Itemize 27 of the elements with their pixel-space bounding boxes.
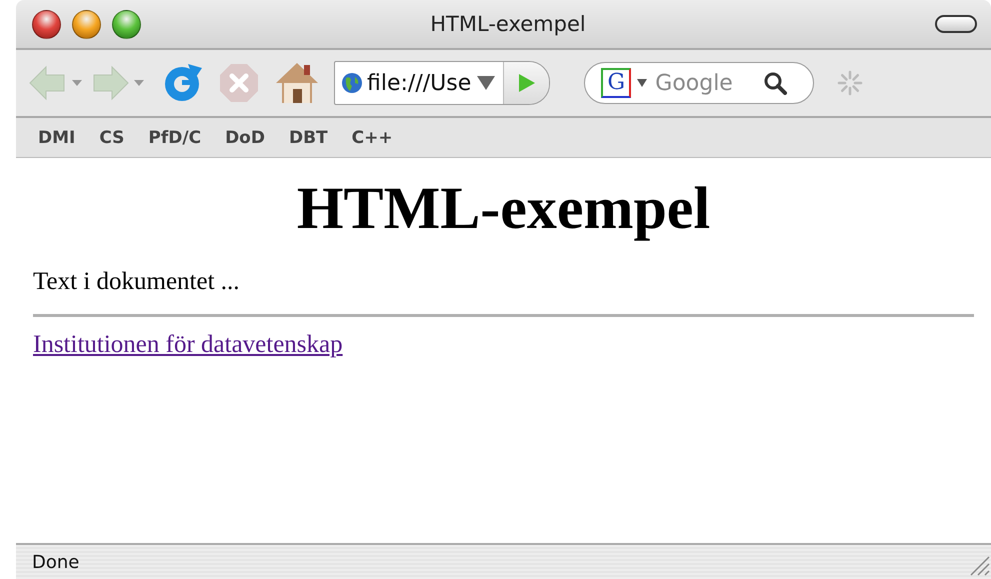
toolbar-toggle-button[interactable] — [935, 15, 977, 33]
zoom-button[interactable] — [112, 10, 141, 38]
bookmark-link[interactable]: C++ — [352, 128, 393, 148]
search-field[interactable]: G Google — [584, 62, 814, 104]
page-paragraph: Text i dokumentet ... — [33, 268, 241, 296]
reload-icon[interactable] — [162, 62, 204, 104]
page-link[interactable]: Institutionen för datavetenskap — [33, 331, 343, 359]
bookmark-link[interactable]: DBT — [288, 128, 328, 148]
bookmark-link[interactable]: DoD — [225, 128, 265, 148]
address-field[interactable]: file:///Use — [334, 61, 550, 105]
loading-spinner-icon — [836, 69, 864, 97]
status-text: Done — [32, 552, 80, 572]
globe-icon — [341, 72, 363, 94]
search-engine-icon[interactable]: G — [601, 68, 632, 98]
bookmark-link[interactable]: DMI — [38, 128, 76, 148]
play-icon — [516, 72, 537, 94]
home-icon[interactable] — [274, 61, 320, 105]
dropdown-icon[interactable] — [477, 76, 496, 90]
window-title: HTML-exempel — [429, 12, 587, 36]
minimize-button[interactable] — [72, 10, 101, 38]
bookmark-link[interactable]: CS — [99, 128, 124, 148]
search-icon[interactable] — [763, 71, 788, 95]
close-button[interactable] — [32, 10, 61, 38]
dropdown-icon[interactable] — [637, 79, 648, 87]
page-heading: HTML-exempel — [296, 174, 712, 243]
url-text: file:///Use — [366, 70, 472, 96]
bookmark-link[interactable]: PfD/C — [148, 128, 202, 148]
